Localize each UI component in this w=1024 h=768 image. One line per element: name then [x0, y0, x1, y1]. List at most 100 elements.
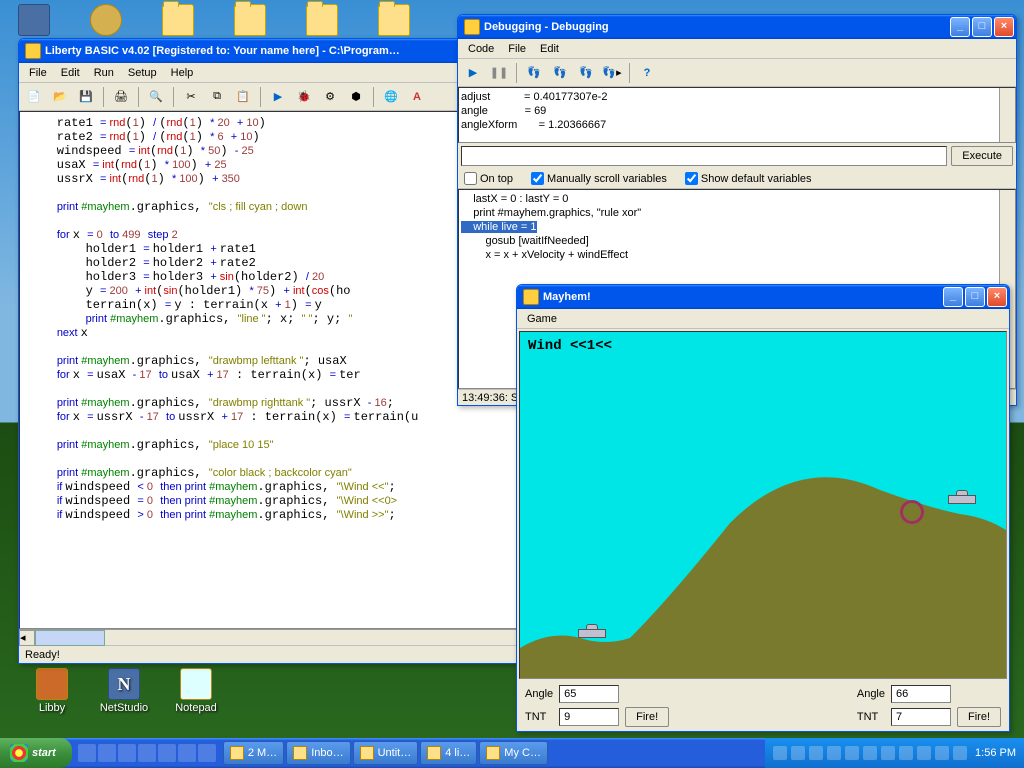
step-icon[interactable]: 👣	[523, 62, 545, 84]
taskbar-item[interactable]: 2 M…	[223, 741, 284, 765]
ontop-checkbox[interactable]: On top	[464, 172, 513, 185]
maximize-button[interactable]: □	[972, 17, 992, 37]
folder-icon	[230, 746, 244, 760]
game-controls: Angle TNT Fire! Angle TNT Fire!	[517, 681, 1009, 731]
taskbar-item[interactable]: Inbo…	[286, 741, 350, 765]
paste-icon[interactable]: 📋	[232, 86, 254, 108]
desktop-icon[interactable]	[364, 4, 424, 38]
resume-icon[interactable]: ▶	[462, 62, 484, 84]
ql-icon[interactable]	[98, 744, 116, 762]
taskbar-item[interactable]: 4 li…	[420, 741, 477, 765]
app-icon	[523, 289, 539, 305]
desktop-icon[interactable]	[292, 4, 352, 38]
manual-scroll-checkbox[interactable]: Manually scroll variables	[531, 172, 667, 185]
minimize-button[interactable]: _	[943, 287, 963, 307]
text-tool-icon[interactable]: A	[406, 86, 428, 108]
close-button[interactable]: ×	[987, 287, 1007, 307]
tray-icon[interactable]	[953, 746, 967, 760]
save-icon[interactable]: 💾	[75, 86, 97, 108]
target-ring	[900, 500, 924, 524]
angle-label: Angle	[857, 688, 885, 700]
show-default-checkbox[interactable]: Show default variables	[685, 172, 812, 185]
menu-file[interactable]: File	[502, 41, 532, 57]
start-button[interactable]: start	[0, 738, 72, 768]
cut-icon[interactable]: ✂	[180, 86, 202, 108]
debug-variables[interactable]: adjust = 0.40177307e-2 angle = 69 angleX…	[458, 87, 1016, 143]
menu-help[interactable]: Help	[165, 65, 200, 81]
game-canvas[interactable]: Wind <<1<<	[519, 331, 1007, 679]
execute-button[interactable]: Execute	[951, 146, 1013, 166]
app-icon	[25, 43, 41, 59]
right-fire-button[interactable]: Fire!	[957, 707, 1001, 727]
debug-menubar: Code File Edit	[458, 39, 1016, 59]
debug-icon[interactable]: 🐞	[293, 86, 315, 108]
menu-run[interactable]: Run	[88, 65, 120, 81]
help-icon[interactable]: ?	[636, 62, 658, 84]
tool-icon[interactable]: ⚙	[319, 86, 341, 108]
close-button[interactable]: ×	[994, 17, 1014, 37]
taskbar: start 2 M… Inbo… Untit… 4 li… My C… 1:56…	[0, 738, 1024, 768]
vscroll[interactable]	[999, 88, 1015, 142]
ql-icon[interactable]	[158, 744, 176, 762]
game-window: Mayhem! _ □ × Game Wind <<1<< Angle TNT …	[516, 284, 1010, 732]
step-out-icon[interactable]: 👣	[575, 62, 597, 84]
tray-icon[interactable]	[935, 746, 949, 760]
ql-icon[interactable]	[138, 744, 156, 762]
tnt-label: TNT	[857, 711, 885, 723]
ql-icon[interactable]	[178, 744, 196, 762]
maximize-button[interactable]: □	[965, 287, 985, 307]
find-icon[interactable]: 🔍	[145, 86, 167, 108]
right-tnt-input[interactable]	[891, 708, 951, 726]
menu-file[interactable]: File	[23, 65, 53, 81]
menu-edit[interactable]: Edit	[55, 65, 86, 81]
clock[interactable]: 1:56 PM	[975, 747, 1016, 759]
desktop-icon[interactable]	[76, 4, 136, 38]
tray-icon[interactable]	[827, 746, 841, 760]
menu-code[interactable]: Code	[462, 41, 500, 57]
game-menubar: Game	[517, 309, 1009, 329]
left-fire-button[interactable]: Fire!	[625, 707, 669, 727]
system-tray: 1:56 PM	[765, 738, 1024, 768]
desktop-icon[interactable]	[220, 4, 280, 38]
pause-icon[interactable]: ❚❚	[488, 62, 510, 84]
ql-icon[interactable]	[78, 744, 96, 762]
menu-edit[interactable]: Edit	[534, 41, 565, 57]
left-angle-input[interactable]	[559, 685, 619, 703]
desktop-icon-notepad[interactable]: Notepad	[166, 668, 226, 714]
taskbar-item[interactable]: My C…	[479, 741, 548, 765]
tray-icon[interactable]	[917, 746, 931, 760]
desktop-icon[interactable]	[148, 4, 208, 38]
left-tnt-input[interactable]	[559, 708, 619, 726]
print-icon[interactable]: 🖨	[110, 86, 132, 108]
tray-icon[interactable]	[791, 746, 805, 760]
open-icon[interactable]: 📂	[49, 86, 71, 108]
debug-titlebar[interactable]: Debugging - Debugging _ □ ×	[458, 15, 1016, 39]
new-icon[interactable]: 📄	[23, 86, 45, 108]
scroll-left-button[interactable]: ◂	[19, 630, 35, 646]
debug-title: Debugging - Debugging	[484, 21, 950, 33]
debug-command-input[interactable]	[461, 146, 947, 166]
hscroll-thumb[interactable]	[35, 630, 105, 646]
menu-setup[interactable]: Setup	[122, 65, 163, 81]
desktop-icon-libby[interactable]: Libby	[22, 668, 82, 714]
menu-game[interactable]: Game	[521, 311, 563, 327]
tool2-icon[interactable]: ⬢	[345, 86, 367, 108]
tray-icon[interactable]	[863, 746, 877, 760]
game-titlebar[interactable]: Mayhem! _ □ ×	[517, 285, 1009, 309]
step-over-icon[interactable]: 👣	[549, 62, 571, 84]
run-icon[interactable]: ▶	[267, 86, 289, 108]
ql-icon[interactable]	[118, 744, 136, 762]
tray-icon[interactable]	[881, 746, 895, 760]
world-icon[interactable]: 🌐	[380, 86, 402, 108]
step-ani-icon[interactable]: 👣▸	[601, 62, 623, 84]
copy-icon[interactable]: ⧉	[206, 86, 228, 108]
right-angle-input[interactable]	[891, 685, 951, 703]
minimize-button[interactable]: _	[950, 17, 970, 37]
tray-icon[interactable]	[809, 746, 823, 760]
ql-icon[interactable]	[198, 744, 216, 762]
tray-icon[interactable]	[845, 746, 859, 760]
tray-icon[interactable]	[773, 746, 787, 760]
tray-icon[interactable]	[899, 746, 913, 760]
desktop-icon-netstudio[interactable]: NNetStudio	[94, 668, 154, 714]
taskbar-item[interactable]: Untit…	[353, 741, 419, 765]
